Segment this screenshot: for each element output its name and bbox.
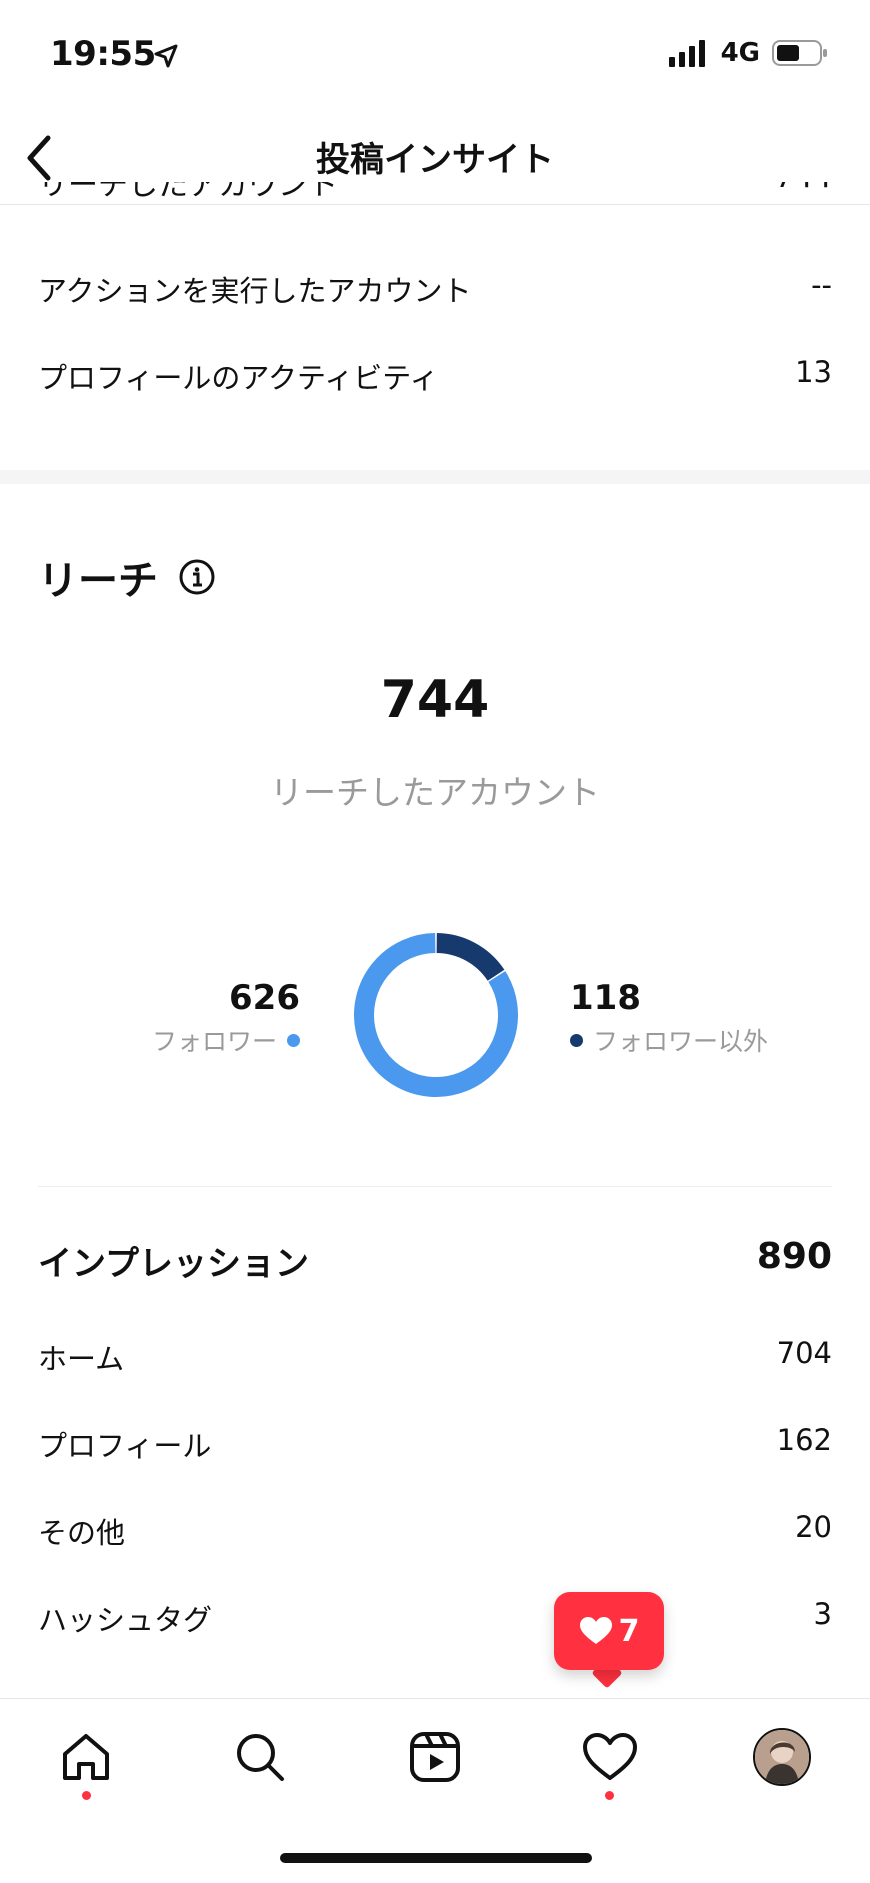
row-value: 744: [775, 182, 832, 195]
like-notification[interactable]: 7: [554, 1592, 664, 1670]
non-followers-count: 118: [570, 978, 641, 1018]
avatar-photo: [755, 1730, 809, 1784]
search-icon: [237, 1734, 284, 1781]
nav-reels[interactable]: [405, 1727, 465, 1787]
avatar: [753, 1728, 811, 1786]
heart-icon: [583, 1733, 637, 1780]
impressions-value: 890: [756, 1236, 832, 1277]
divider: [38, 1186, 832, 1187]
reach-title: リーチ: [38, 558, 158, 604]
like-count: 7: [618, 1613, 640, 1649]
home-activity-dot: [82, 1791, 91, 1800]
followers-dot: [287, 1033, 300, 1047]
nav-home[interactable]: [56, 1727, 116, 1787]
impressions-label: インプレッション: [38, 1244, 309, 1284]
followers-legend: フォロワー: [152, 1022, 300, 1058]
row-value: --: [811, 268, 832, 302]
followers-label: フォロワー: [151, 1027, 277, 1056]
impressions-row-other: その他 20: [38, 1510, 832, 1550]
non-followers-dot: [570, 1033, 583, 1047]
battery-icon: [772, 40, 827, 66]
status-time: 19:55: [50, 34, 156, 74]
overview-row-actions: アクションを実行したアカウント --: [38, 268, 832, 308]
row-label: プロフィールのアクティビティ: [38, 361, 439, 395]
page-title: 投稿インサイト: [316, 140, 554, 180]
impressions-row-profile: プロフィール 162: [38, 1423, 832, 1463]
row-label: プロフィール: [38, 1429, 212, 1463]
info-icon[interactable]: [178, 558, 216, 596]
row-label: アクションを実行したアカウント: [38, 274, 472, 308]
location-arrow-icon: [154, 44, 178, 68]
non-followers-arc: [436, 933, 505, 982]
non-followers-legend: フォロワー以外: [570, 1022, 768, 1058]
nav-search[interactable]: [230, 1727, 290, 1787]
nav-activity[interactable]: [580, 1727, 640, 1787]
row-value: 20: [795, 1510, 832, 1544]
row-value: 162: [776, 1423, 832, 1457]
section-separator: [0, 470, 870, 484]
signal-icon: [668, 40, 705, 67]
row-value: 13: [795, 355, 832, 389]
overview-row-reached-cutoff: リーチしたアカウント 744: [38, 182, 832, 204]
reach-total-label: リーチしたアカウント: [270, 773, 600, 812]
non-followers-label: フォロワー以外: [593, 1027, 769, 1056]
heart-filled-icon: [579, 1617, 612, 1644]
row-label: ホーム: [38, 1342, 125, 1376]
network-label: 4G: [720, 38, 760, 68]
activity-dot: [605, 1791, 614, 1800]
row-label: ハッシュタグ: [38, 1603, 213, 1637]
followers-count: 626: [229, 978, 300, 1018]
status-indicators: 4G: [668, 38, 828, 68]
row-value: 3: [813, 1597, 832, 1631]
nav-profile[interactable]: [752, 1727, 812, 1787]
bottom-nav: [0, 1698, 870, 1809]
impressions-row-home: ホーム 704: [38, 1336, 832, 1376]
overview-row-profile-activity[interactable]: プロフィールのアクティビティ 13: [38, 355, 832, 395]
home-icon: [63, 1734, 109, 1780]
reach-donut-chart: [354, 933, 518, 1097]
row-label: その他: [38, 1516, 126, 1550]
impressions-row-hashtag: ハッシュタグ 3: [38, 1597, 832, 1637]
row-label: リーチしたアカウント: [38, 182, 338, 203]
row-value: 704: [776, 1336, 832, 1370]
reach-total: 744: [380, 670, 490, 730]
home-indicator: [280, 1853, 592, 1863]
reels-icon: [410, 1732, 460, 1782]
header-divider: [0, 204, 870, 205]
